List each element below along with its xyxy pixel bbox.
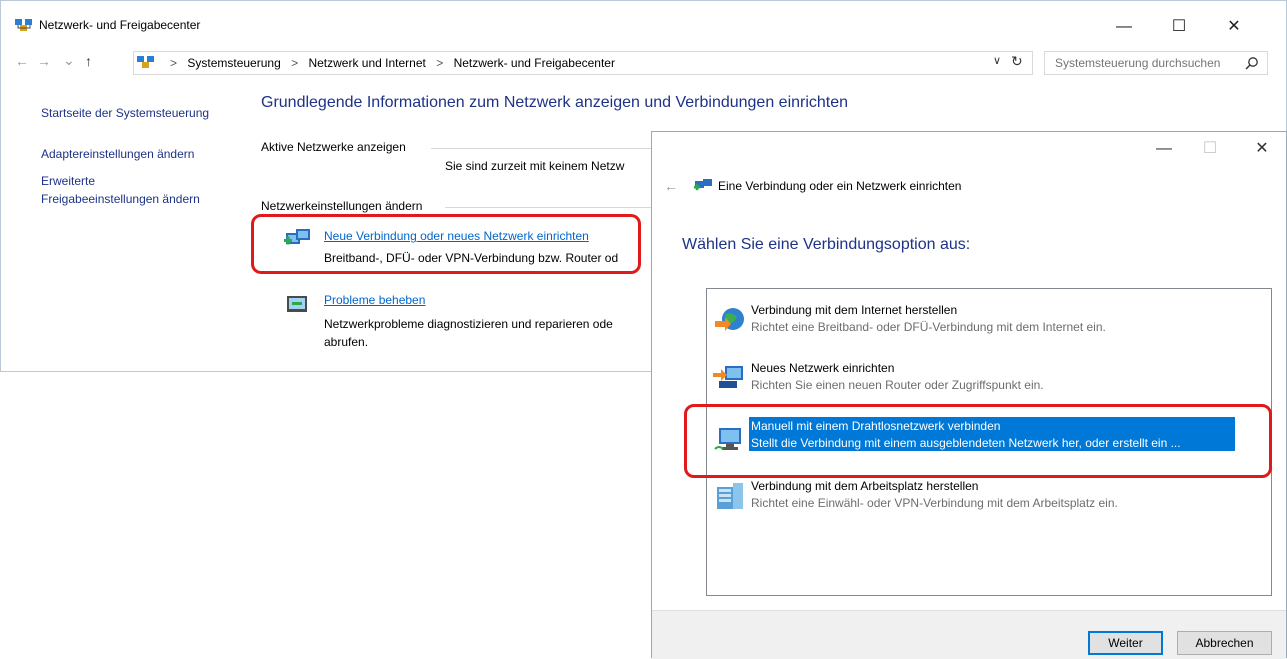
close-button[interactable]: ✕ [1211,13,1257,41]
connection-setup-dialog: — ☐ ✕ ← Eine Verbindung oder ein Netzwer… [651,131,1287,659]
new-network-icon [713,366,743,388]
option-description: Richten Sie einen neuen Router oder Zugr… [751,378,1044,392]
dialog-heading: Wählen Sie eine Verbindungsoption aus: [682,236,971,253]
network-setup-icon [694,179,712,191]
title-bar: Netzwerk- und Freigabecenter — ☐ ✕ [1,1,1286,47]
internet-globe-icon [715,308,744,331]
no-network-message: Sie sind zurzeit mit keinem Netzw [445,159,625,173]
troubleshoot-icon[interactable] [284,293,312,317]
troubleshoot-description-cont: abrufen. [324,335,369,349]
minimize-button[interactable]: — [1101,13,1147,41]
dialog-footer: Weiter Abbrechen [652,610,1286,659]
active-networks-label: Aktive Netzwerke anzeigen [261,140,406,154]
sidebar-item-adaptereinstellungen[interactable]: Adaptereinstellungen ändern [41,147,194,161]
dialog-minimize-button[interactable]: — [1144,138,1184,160]
dialog-back-icon[interactable]: ← [664,178,678,194]
option-title: Verbindung mit dem Internet herstellen [751,303,958,317]
highlight-box [684,404,1272,478]
option-internet[interactable]: Verbindung mit dem Internet herstellen R… [707,301,1271,345]
back-arrow-icon[interactable]: ← [15,53,29,69]
option-title: Verbindung mit dem Arbeitsplatz herstell… [751,479,979,493]
dialog-close-button[interactable]: ✕ [1242,138,1282,160]
breadcrumb-separator: > [436,56,444,70]
option-workplace[interactable]: Verbindung mit dem Arbeitsplatz herstell… [707,477,1271,521]
next-button[interactable]: Weiter [1088,631,1163,655]
address-dropdown-icon[interactable]: ∨ [993,54,1001,67]
troubleshoot-link[interactable]: Probleme beheben [324,293,425,307]
option-title: Neues Netzwerk einrichten [751,361,895,375]
breadcrumb: > Systemsteuerung > Netzwerk und Interne… [163,56,615,70]
network-center-icon [15,19,32,31]
breadcrumb-separator: > [170,56,178,70]
breadcrumb-item-systemsteuerung[interactable]: Systemsteuerung [187,56,280,70]
search-box[interactable] [1044,51,1268,75]
option-new-network[interactable]: Neues Netzwerk einrichten Richten Sie ei… [707,359,1271,403]
dialog-maximize-button: ☐ [1202,140,1218,157]
page-title: Grundlegende Informationen zum Netzwerk … [261,94,849,111]
sidebar-item-freigabeeinstellungen[interactable]: Freigabeeinstellungen ändern [41,192,200,206]
window-title: Netzwerk- und Freigabecenter [39,18,201,32]
sidebar-item-startseite[interactable]: Startseite der Systemsteuerung [41,106,209,120]
forward-arrow-icon[interactable]: → [37,53,51,69]
breadcrumb-separator: > [291,56,299,70]
troubleshoot-description: Netzwerkprobleme diagnostizieren und rep… [324,317,613,331]
option-description: Richtet eine Breitband- oder DFÜ-Verbind… [751,320,1106,334]
dialog-title: Eine Verbindung oder ein Netzwerk einric… [718,179,962,193]
workplace-icon [717,483,743,509]
network-settings-label: Netzwerkeinstellungen ändern [261,199,423,213]
search-icon[interactable] [1245,56,1259,70]
recent-locations-icon[interactable]: ⌄ [63,52,75,69]
divider [445,207,651,208]
refresh-icon[interactable]: ↻ [1011,53,1023,70]
control-panel-icon [137,56,154,68]
search-input[interactable] [1053,55,1237,71]
up-arrow-icon[interactable]: ↑ [85,53,92,69]
highlight-box [251,214,641,274]
option-description: Richtet eine Einwähl- oder VPN-Verbindun… [751,496,1118,510]
sidebar-item-erweiterte[interactable]: Erweiterte [41,174,95,188]
breadcrumb-item-freigabecenter[interactable]: Netzwerk- und Freigabecenter [454,56,615,70]
breadcrumb-item-netzwerk-internet[interactable]: Netzwerk und Internet [308,56,425,70]
maximize-button[interactable]: ☐ [1156,13,1202,41]
cancel-button[interactable]: Abbrechen [1177,631,1272,655]
divider [431,148,651,149]
